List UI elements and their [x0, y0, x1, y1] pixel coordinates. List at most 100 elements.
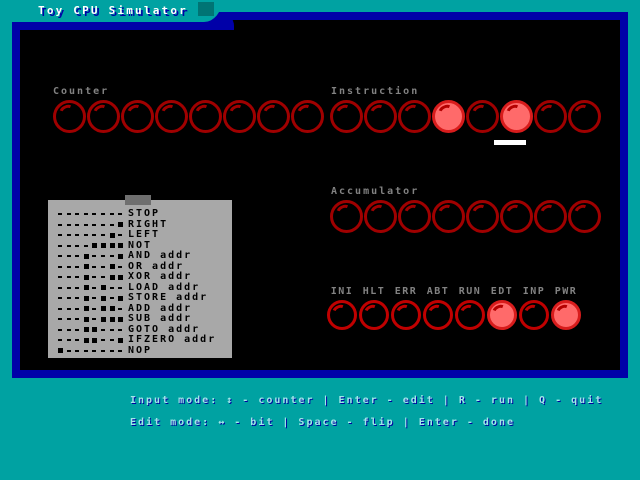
led-highlight: [91, 102, 113, 123]
bit-zero: [92, 287, 101, 289]
led-indicator: [534, 200, 567, 233]
bit-zero: [75, 276, 84, 278]
bit-one: [101, 306, 110, 311]
legend-bit-pattern: [58, 222, 128, 227]
bit-one: [101, 296, 110, 301]
led-highlight: [436, 102, 458, 123]
status-led-label: ABT: [423, 286, 453, 297]
led-indicator: [534, 100, 567, 133]
led-highlight: [538, 102, 560, 123]
bit-zero: [75, 245, 84, 247]
bit-zero: [67, 297, 76, 299]
legend-bit-pattern: [58, 327, 128, 332]
bit-one: [101, 317, 110, 322]
status-led-label: INP: [519, 286, 549, 297]
bit-one: [84, 296, 93, 301]
edit-bit-cursor: [494, 140, 526, 145]
bit-zero: [67, 245, 76, 247]
led-highlight: [362, 302, 382, 321]
bit-one: [84, 327, 93, 332]
bit-one: [84, 338, 93, 343]
bit-one: [84, 275, 93, 280]
led-indicator: [466, 200, 499, 233]
led-highlight: [295, 102, 317, 123]
bit-zero: [110, 255, 119, 257]
bit-zero: [75, 297, 84, 299]
counter-leds: [53, 100, 324, 133]
led-highlight: [522, 302, 542, 321]
bit-zero: [110, 329, 119, 331]
led-highlight: [394, 302, 414, 321]
bit-one: [118, 243, 127, 248]
led-highlight: [330, 302, 350, 321]
led-highlight: [193, 102, 215, 123]
led-indicator: [223, 100, 256, 133]
led-indicator: [455, 300, 485, 330]
legend-opcode-name: STORE addr: [128, 293, 208, 304]
bit-zero: [110, 297, 119, 299]
bit-zero: [101, 213, 110, 215]
status-led-label: RUN: [455, 286, 485, 297]
bit-one: [92, 338, 101, 343]
bit-zero: [58, 224, 67, 226]
bit-zero: [92, 266, 101, 268]
bit-zero: [75, 224, 84, 226]
bit-zero: [75, 255, 84, 257]
bit-zero: [110, 350, 119, 352]
bit-one: [84, 264, 93, 269]
counter-label: Counter: [53, 86, 109, 97]
led-highlight: [159, 102, 181, 123]
status-led-label: EDT: [487, 286, 517, 297]
legend-row: SUB addr: [58, 314, 232, 325]
led-indicator: [291, 100, 324, 133]
led-indicator: [330, 100, 363, 133]
bit-one: [110, 264, 119, 269]
legend-opcode-name: AND addr: [128, 251, 192, 262]
led-highlight: [470, 102, 492, 123]
bit-zero: [58, 308, 67, 310]
bit-zero: [58, 245, 67, 247]
bit-zero: [84, 224, 93, 226]
led-indicator: [330, 200, 363, 233]
led-indicator: [432, 200, 465, 233]
legend-bit-pattern: [58, 338, 128, 343]
bit-zero: [67, 213, 76, 215]
bit-zero: [67, 266, 76, 268]
help-input-mode: Input mode: ↕ - counter | Enter - edit |…: [130, 395, 603, 406]
instruction-legend-panel: STOPRIGHTLEFTNOTAND addrOR addrXOR addrL…: [48, 200, 232, 358]
accumulator-label: Accumulator: [331, 186, 419, 197]
legend-bit-pattern: [58, 306, 128, 311]
led-indicator: [257, 100, 290, 133]
legend-row: NOP: [58, 346, 232, 357]
bit-zero: [58, 213, 67, 215]
bit-zero: [58, 318, 67, 320]
bit-one: [110, 275, 119, 280]
led-highlight: [426, 302, 446, 321]
led-highlight: [504, 202, 526, 223]
bit-one: [92, 327, 101, 332]
bit-one: [84, 317, 93, 322]
led-highlight: [504, 102, 526, 123]
legend-row: IFZERO addr: [58, 335, 232, 346]
bit-zero: [58, 234, 67, 236]
bit-one: [110, 233, 119, 238]
bit-zero: [67, 329, 76, 331]
led-highlight: [57, 102, 79, 123]
bit-zero: [118, 266, 127, 268]
bit-zero: [75, 339, 84, 341]
bit-zero: [92, 276, 101, 278]
legend-row: XOR addr: [58, 272, 232, 283]
bit-zero: [101, 350, 110, 352]
legend-bit-pattern: [58, 275, 128, 280]
legend-bit-pattern: [58, 254, 128, 259]
legend-opcode-name: IFZERO addr: [128, 335, 216, 346]
bit-zero: [84, 350, 93, 352]
bit-one: [118, 222, 127, 227]
legend-bit-pattern: [58, 264, 128, 269]
led-highlight: [261, 102, 283, 123]
legend-opcode-name: SUB addr: [128, 314, 192, 325]
bit-zero: [92, 234, 101, 236]
legend-row: STOP: [58, 209, 232, 220]
status-led-label: PWR: [551, 286, 581, 297]
bit-one: [118, 254, 127, 259]
